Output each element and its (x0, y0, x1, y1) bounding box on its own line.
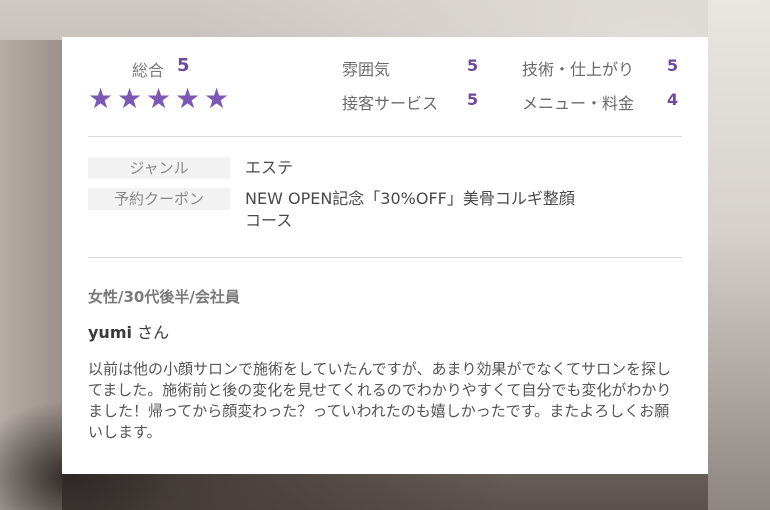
rating-atmosphere-value: 5 (467, 56, 479, 75)
coupon-value-line1[interactable]: NEW OPEN記念「30%OFF」美骨コルギ整顔 (245, 188, 575, 210)
rating-menu-price-label: メニュー・料金 (522, 94, 635, 113)
star-icon: ★ (88, 82, 114, 115)
review-card: 総合 5 ★ ★ ★ ★ ★ 雰囲気 5 技術・仕上がり 5 接客サービス 5 … (62, 37, 708, 474)
star-icon: ★ (146, 82, 172, 115)
overall-rating-value: 5 (177, 55, 190, 76)
star-icon: ★ (117, 82, 143, 115)
rating-service-label: 接客サービス (342, 94, 439, 113)
review-body: 以前は他の小顔サロンで施術をしていたんですが、あまり効果がでなくてサロンを探して… (88, 360, 672, 441)
genre-value: エステ (245, 158, 294, 177)
reviewer-profile: 女性/30代後半/会社員 (88, 288, 240, 306)
genre-tag: ジャンル (88, 157, 230, 179)
rating-technique-value: 5 (667, 56, 679, 75)
overall-star-rating: ★ ★ ★ ★ ★ (88, 85, 232, 113)
divider (88, 136, 682, 137)
coupon-tag: 予約クーポン (88, 188, 230, 210)
overall-rating-label: 総合 (132, 61, 165, 80)
rating-menu-price-value: 4 (667, 90, 679, 109)
reviewer-honorific: さん (137, 323, 170, 342)
rating-atmosphere-label: 雰囲気 (342, 60, 391, 79)
background-blur-right (708, 0, 770, 510)
rating-technique-label: 技術・仕上がり (522, 60, 635, 79)
reviewer-name: yumi (88, 323, 132, 342)
reviewer-name-line: yumi さん (88, 319, 169, 343)
rating-service-value: 5 (467, 90, 479, 109)
divider (88, 257, 682, 258)
star-icon: ★ (204, 82, 230, 115)
coupon-value-line2[interactable]: コース (245, 210, 292, 232)
star-icon: ★ (175, 82, 201, 115)
